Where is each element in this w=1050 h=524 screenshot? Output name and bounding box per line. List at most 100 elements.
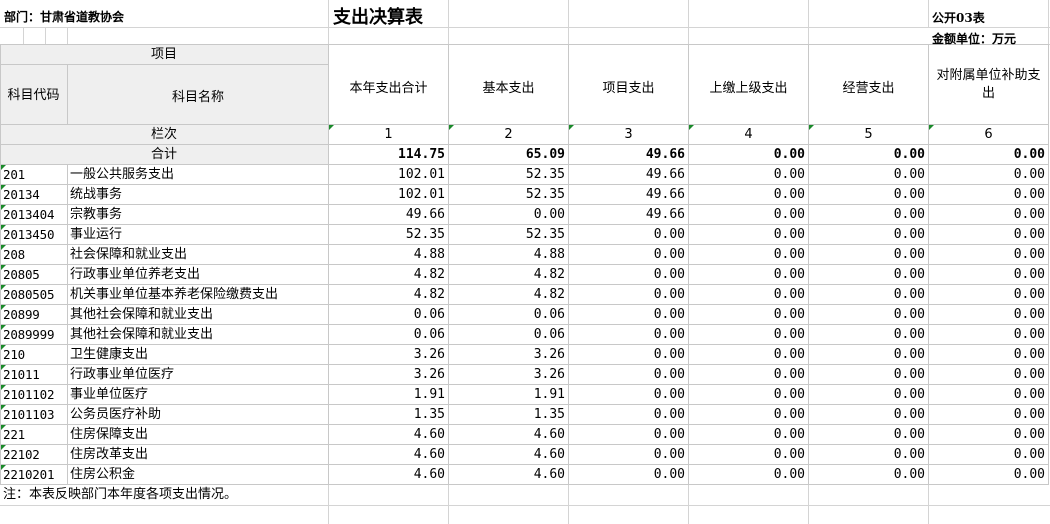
row-value: 0.00 <box>773 467 805 482</box>
green-corner-marker <box>1 225 6 230</box>
row-value: 0.00 <box>773 407 805 422</box>
row-value: 0.00 <box>773 187 805 202</box>
green-corner-marker <box>1 465 6 470</box>
row-value: 0.00 <box>653 227 685 242</box>
row-value: 0.00 <box>1013 227 1045 242</box>
row-code: 208 <box>3 247 25 262</box>
row-value: 0.00 <box>773 327 805 342</box>
row-value: 52.35 <box>525 227 565 242</box>
row-code: 210 <box>3 347 25 362</box>
row-code: 201 <box>3 167 25 182</box>
row-value: 4.88 <box>413 247 445 262</box>
row-value: 0.00 <box>1013 167 1045 182</box>
sum-cell: 0.00 <box>1013 147 1045 162</box>
row-code: 2013450 <box>3 227 55 242</box>
row-name: 宗教事务 <box>70 207 123 222</box>
row-value: 102.01 <box>398 167 445 182</box>
row-value: 0.00 <box>773 287 805 302</box>
row-value: 4.60 <box>413 447 445 462</box>
row-value: 52.35 <box>405 227 445 242</box>
row-value: 102.01 <box>398 187 445 202</box>
sum-cell: 0.00 <box>773 147 805 162</box>
row-value: 1.35 <box>533 407 565 422</box>
row-name: 住房保障支出 <box>70 427 149 442</box>
row-value: 3.26 <box>413 367 445 382</box>
row-value: 0.00 <box>1013 207 1045 222</box>
row-value: 0.00 <box>773 267 805 282</box>
total-header: 本年支出合计 <box>349 81 428 96</box>
row-value: 4.60 <box>413 427 445 442</box>
row-value: 0.00 <box>1013 447 1045 462</box>
green-corner-marker <box>1 325 6 330</box>
row-value: 0.00 <box>653 327 685 342</box>
index-cell: 2 <box>504 127 513 142</box>
row-name: 事业运行 <box>70 227 123 242</box>
green-corner-marker <box>1 405 6 410</box>
subsidy-header: 对附属单位补助支出 <box>929 67 1048 103</box>
green-corner-marker <box>1 185 6 190</box>
row-value: 0.00 <box>653 387 685 402</box>
row-value: 4.82 <box>533 267 565 282</box>
row-value: 0.00 <box>893 407 925 422</box>
row-value: 4.88 <box>533 247 565 262</box>
row-value: 0.00 <box>653 247 685 262</box>
row-code: 2089999 <box>3 327 55 342</box>
row-value: 0.00 <box>1013 187 1045 202</box>
row-value: 49.66 <box>645 187 685 202</box>
row-value: 0.00 <box>773 307 805 322</box>
row-value: 0.00 <box>1013 407 1045 422</box>
subsidy-header-text: 对附属单位补助支出 <box>936 68 1041 101</box>
row-value: 0.00 <box>1013 367 1045 382</box>
sum-cell: 0.00 <box>893 147 925 162</box>
row-value: 49.66 <box>645 207 685 222</box>
row-value: 4.82 <box>533 287 565 302</box>
row-code: 21011 <box>3 367 40 382</box>
row-value: 0.00 <box>893 247 925 262</box>
row-value: 0.00 <box>893 207 925 222</box>
row-value: 0.00 <box>893 367 925 382</box>
row-name: 住房公积金 <box>70 467 136 482</box>
green-corner-marker <box>449 125 454 130</box>
row-code: 2101102 <box>3 387 55 402</box>
row-value: 52.35 <box>525 187 565 202</box>
row-value: 4.60 <box>533 447 565 462</box>
row-value: 0.00 <box>653 287 685 302</box>
name-header: 科目名称 <box>171 90 224 105</box>
row-value: 0.00 <box>1013 247 1045 262</box>
row-code: 2101103 <box>3 407 55 422</box>
item-header: 项目 <box>150 47 177 62</box>
sum-cell: 65.09 <box>525 147 565 162</box>
row-value: 0.00 <box>773 207 805 222</box>
row-value: 0.06 <box>413 327 445 342</box>
green-corner-marker <box>1 345 6 350</box>
row-value: 0.00 <box>773 387 805 402</box>
row-value: 1.91 <box>413 387 445 402</box>
green-corner-marker <box>1 205 6 210</box>
row-name: 社会保障和就业支出 <box>70 247 188 262</box>
row-value: 0.00 <box>893 347 925 362</box>
row-name: 行政事业单位养老支出 <box>70 267 201 282</box>
row-value: 0.06 <box>533 307 565 322</box>
row-value: 3.26 <box>533 367 565 382</box>
row-value: 0.00 <box>533 207 565 222</box>
row-code: 22102 <box>3 447 40 462</box>
row-value: 0.00 <box>893 307 925 322</box>
row-value: 0.00 <box>1013 287 1045 302</box>
business-header: 经营支出 <box>842 81 895 96</box>
green-corner-marker <box>929 125 934 130</box>
green-corner-marker <box>1 165 6 170</box>
row-code: 2080505 <box>3 287 55 302</box>
row-value: 0.00 <box>653 367 685 382</box>
green-corner-marker <box>1 445 6 450</box>
row-code: 20134 <box>3 187 40 202</box>
row-value: 0.00 <box>893 427 925 442</box>
green-corner-marker <box>569 125 574 130</box>
row-value: 0.00 <box>1013 427 1045 442</box>
sum-cell: 114.75 <box>398 147 445 162</box>
green-corner-marker <box>1 425 6 430</box>
row-value: 3.26 <box>413 347 445 362</box>
row-value: 0.00 <box>653 307 685 322</box>
row-name: 统战事务 <box>70 187 123 202</box>
footnote: 注：本表反映部门本年度各项支出情况。 <box>3 487 238 502</box>
row-value: 0.00 <box>893 227 925 242</box>
